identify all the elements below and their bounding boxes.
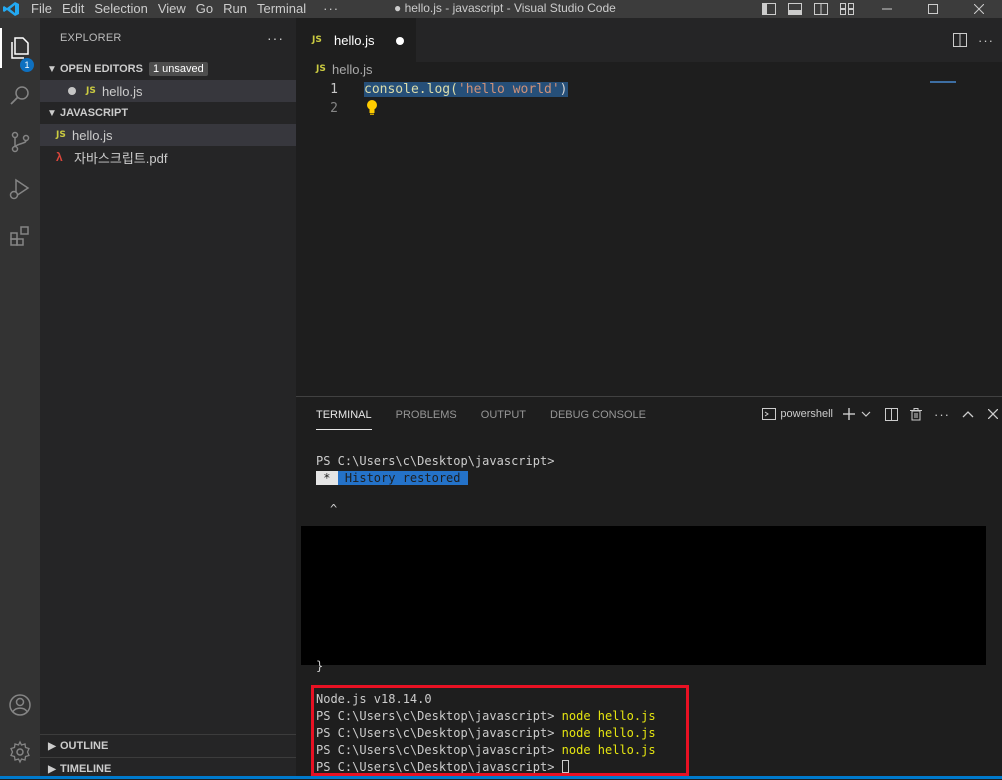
outline-label: OUTLINE bbox=[60, 740, 109, 752]
history-restored-label: History restored bbox=[337, 471, 468, 485]
unsaved-dot-icon[interactable] bbox=[68, 87, 76, 95]
lightbulb-icon[interactable] bbox=[364, 98, 380, 116]
redacted-output-area bbox=[301, 526, 986, 665]
close-window-button[interactable] bbox=[956, 0, 1002, 18]
menu-bar: File Edit Selection View Go Run Terminal… bbox=[26, 0, 344, 18]
code-string: 'hello world' bbox=[457, 82, 560, 97]
explorer-sidebar: EXPLORER ··· ▼ OPEN EDITORS 1 unsaved JS… bbox=[40, 18, 296, 779]
explorer-icon[interactable]: 1 bbox=[0, 28, 40, 72]
tab-debug-console[interactable]: DEBUG CONSOLE bbox=[550, 407, 646, 429]
code-line[interactable]: 2 bbox=[296, 99, 1002, 118]
shell-name: powershell bbox=[780, 408, 833, 420]
extensions-icon[interactable] bbox=[0, 216, 40, 256]
terminal-panel: TERMINAL PROBLEMS OUTPUT DEBUG CONSOLE p… bbox=[296, 396, 1002, 779]
chevron-down-icon: ▼ bbox=[47, 63, 57, 75]
kill-terminal-trash-icon[interactable] bbox=[910, 405, 922, 423]
customize-layout-icon[interactable] bbox=[838, 0, 856, 18]
menu-selection[interactable]: Selection bbox=[89, 0, 152, 18]
line-number: 1 bbox=[330, 82, 338, 97]
maximize-button[interactable] bbox=[910, 0, 956, 18]
new-terminal-icon[interactable] bbox=[843, 405, 855, 423]
code-function: console.log( bbox=[364, 82, 458, 97]
explorer-title: EXPLORER bbox=[60, 32, 122, 44]
line-number: 2 bbox=[330, 101, 338, 116]
tab-terminal[interactable]: TERMINAL bbox=[316, 407, 372, 430]
js-file-icon: JS bbox=[56, 130, 66, 140]
open-editors-label: OPEN EDITORS bbox=[60, 63, 143, 75]
javascript-folder-section[interactable]: ▼ JAVASCRIPT bbox=[40, 102, 296, 124]
pdf-file-icon: λ bbox=[56, 150, 63, 164]
open-editor-file-label: hello.js bbox=[102, 83, 143, 99]
breadcrumb: JS hello.js bbox=[316, 60, 372, 78]
terminal-line: PS C:\Users\c\Desktop\javascript> bbox=[316, 454, 555, 468]
code-punct: ) bbox=[559, 82, 568, 97]
js-file-icon: JS bbox=[312, 35, 322, 45]
panel-more-icon[interactable]: ··· bbox=[934, 405, 950, 423]
minimize-button[interactable] bbox=[864, 0, 910, 18]
title-bar: File Edit Selection View Go Run Terminal… bbox=[0, 0, 1002, 18]
chevron-down-icon: ▼ bbox=[47, 107, 57, 119]
js-file-icon: JS bbox=[86, 86, 96, 96]
tab-output[interactable]: OUTPUT bbox=[481, 407, 526, 429]
tab-hello-js[interactable]: JS hello.js bbox=[296, 18, 416, 62]
toggle-panel-icon[interactable] bbox=[786, 0, 804, 18]
maximize-panel-chevron-up-icon[interactable] bbox=[962, 405, 974, 423]
accounts-icon[interactable] bbox=[0, 685, 40, 725]
editor-more-icon[interactable]: ··· bbox=[976, 31, 996, 49]
folder-label: JAVASCRIPT bbox=[60, 107, 129, 119]
menu-run[interactable]: Run bbox=[218, 0, 252, 18]
manage-gear-icon[interactable] bbox=[0, 732, 40, 772]
breadcrumb-item[interactable]: hello.js bbox=[332, 62, 372, 77]
search-icon[interactable] bbox=[0, 75, 40, 115]
outline-section[interactable]: ▶ OUTLINE bbox=[40, 734, 296, 757]
menu-go[interactable]: Go bbox=[191, 0, 218, 18]
file-label: 자바스크립트.pdf bbox=[74, 150, 168, 166]
menu-edit[interactable]: Edit bbox=[57, 0, 89, 18]
menu-terminal[interactable]: Terminal bbox=[252, 0, 311, 18]
highlight-annotation-box bbox=[311, 685, 689, 776]
toggle-secondary-sidebar-icon[interactable] bbox=[812, 0, 830, 18]
tab-problems[interactable]: PROBLEMS bbox=[396, 407, 457, 429]
file-label: hello.js bbox=[72, 127, 113, 143]
activity-bar: 1 bbox=[0, 18, 40, 779]
tab-label: hello.js bbox=[334, 32, 375, 48]
terminal-caret: ^ bbox=[330, 502, 338, 516]
explorer-more-button[interactable]: ··· bbox=[267, 30, 284, 46]
close-panel-icon[interactable] bbox=[988, 405, 998, 423]
chevron-right-icon: ▶ bbox=[48, 763, 56, 775]
editor-tabs: JS hello.js ··· bbox=[296, 18, 1002, 62]
open-editors-section[interactable]: ▼ OPEN EDITORS 1 unsaved bbox=[40, 58, 296, 80]
split-terminal-icon[interactable] bbox=[885, 405, 898, 423]
chevron-down-icon[interactable] bbox=[861, 405, 871, 423]
vscode-logo-icon bbox=[2, 1, 20, 17]
file-item-hello-js[interactable]: JS hello.js bbox=[40, 124, 296, 146]
chevron-right-icon: ▶ bbox=[48, 740, 56, 752]
unsaved-badge: 1 unsaved bbox=[148, 62, 208, 76]
window-title: ● hello.js - javascript - Visual Studio … bbox=[394, 1, 616, 15]
code-line[interactable]: 1 console.log('hello world') bbox=[296, 80, 1002, 99]
explorer-badge: 1 bbox=[20, 58, 34, 72]
terminal-brace: } bbox=[316, 659, 324, 673]
terminal-shell-icon bbox=[762, 408, 777, 420]
toggle-primary-sidebar-icon[interactable] bbox=[760, 0, 778, 18]
run-and-debug-icon[interactable] bbox=[0, 169, 40, 209]
menu-more-button[interactable]: ··· bbox=[311, 0, 344, 18]
history-star: * bbox=[316, 471, 338, 485]
unsaved-dot-icon[interactable] bbox=[396, 37, 404, 45]
source-control-icon[interactable] bbox=[0, 122, 40, 162]
split-editor-icon[interactable] bbox=[950, 31, 970, 49]
timeline-label: TIMELINE bbox=[60, 763, 112, 775]
file-item-pdf[interactable]: λ 자바스크립트.pdf bbox=[40, 146, 296, 168]
menu-view[interactable]: View bbox=[153, 0, 191, 18]
js-file-icon: JS bbox=[316, 64, 326, 74]
menu-file[interactable]: File bbox=[26, 0, 57, 18]
terminal-line: * History restored bbox=[316, 470, 468, 487]
shell-selector[interactable]: powershell bbox=[762, 405, 833, 423]
open-editor-item-hello-js[interactable]: JS hello.js bbox=[40, 80, 296, 102]
code-editor[interactable]: 1 console.log('hello world') 2 bbox=[296, 78, 1002, 396]
